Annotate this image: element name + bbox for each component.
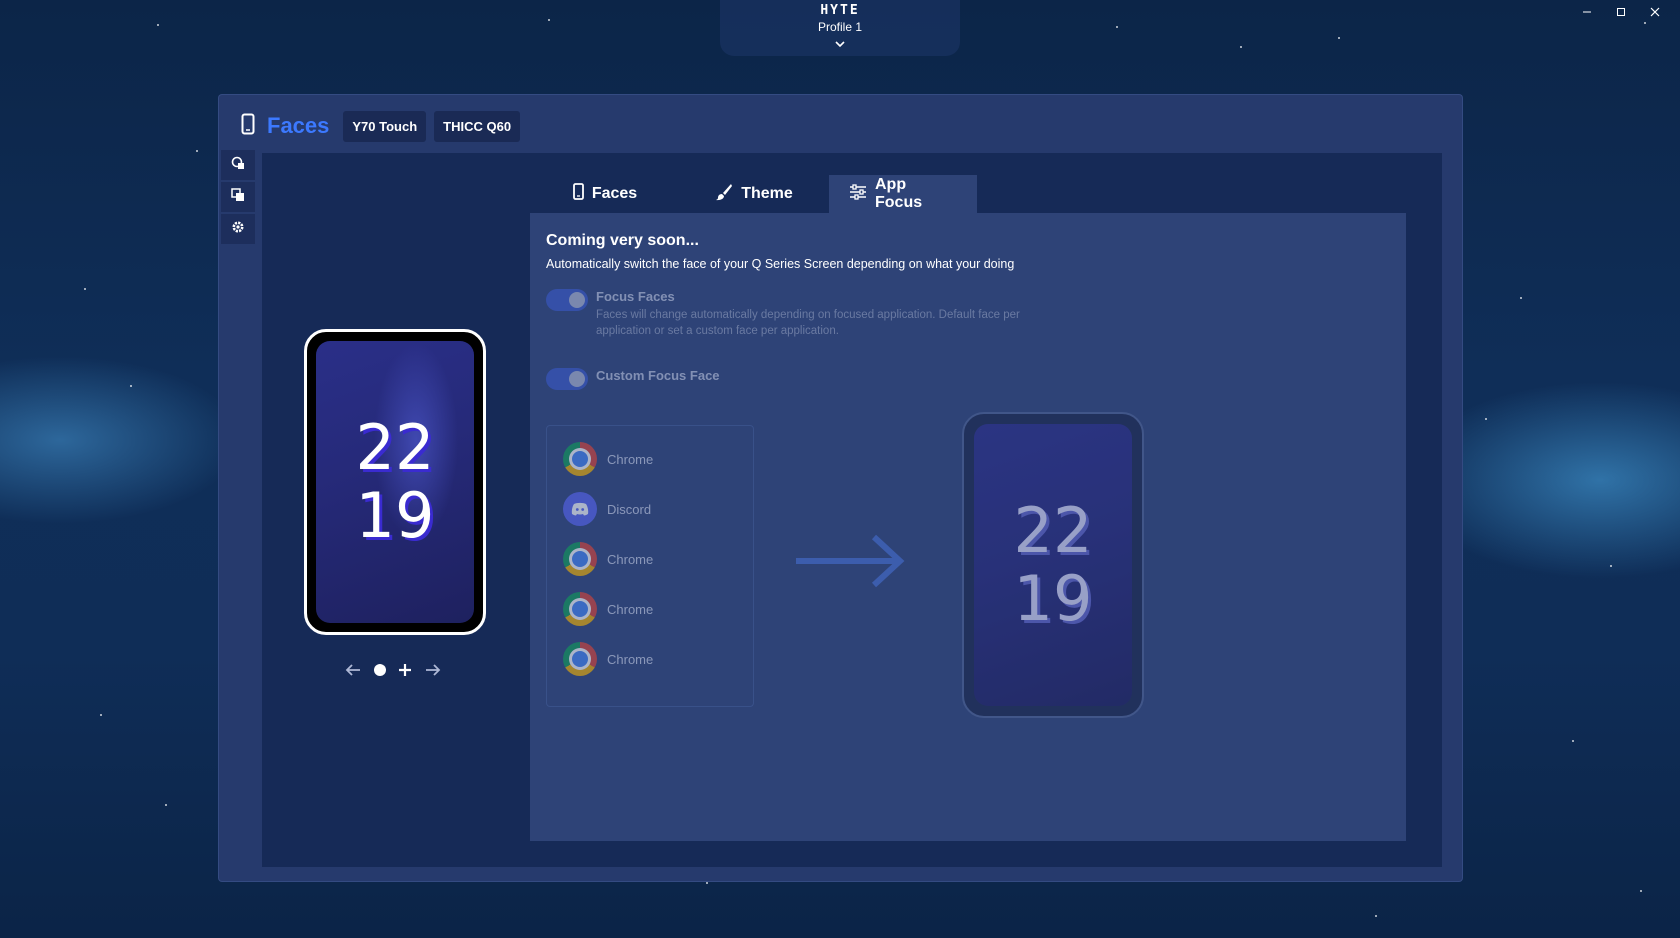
sidebar-layers-button[interactable] [221,182,255,212]
list-item[interactable]: Chrome [563,442,653,476]
custom-focus-face-label: Custom Focus Face [596,368,720,383]
page-title: Faces [267,113,330,138]
list-item[interactable]: Chrome [563,592,653,626]
chrome-icon [563,442,597,476]
profile-name: Profile 1 [817,20,863,34]
profile-selector[interactable]: HYTE Profile 1 [720,0,960,56]
preview-clock-hour: 22 [355,411,435,484]
gear-icon [231,220,245,239]
phone-icon [572,183,584,205]
chevron-down-icon[interactable] [834,35,846,53]
list-item[interactable]: Discord [563,492,651,526]
tab-theme[interactable]: Theme [679,175,829,213]
content-area: 22 19 Faces Theme App Focus Coming very … [262,153,1442,867]
sidebar-settings-button[interactable] [221,214,255,244]
panel-title: Coming very soon... [546,232,699,249]
preview-clock-minute: 19 [355,479,435,552]
app-name: Chrome [607,651,654,667]
faces-icon [231,156,245,175]
list-item[interactable]: Chrome [563,642,653,676]
device-button-y70-touch[interactable]: Y70 Touch [343,110,427,142]
arrow-left-icon[interactable] [344,663,362,677]
app-window: Faces Y70 Touch THICC Q60 22 19 Faces Th… [218,94,1463,882]
brush-icon [715,183,733,206]
tab-label: Theme [741,185,793,202]
face-pager [344,663,442,677]
list-item[interactable]: Chrome [563,542,653,576]
panel-subtitle: Automatically switch the face of your Q … [546,257,1015,271]
app-focus-panel: Coming very soon... Automatically switch… [530,213,1406,841]
discord-icon [563,492,597,526]
face-preview-device[interactable]: 22 19 [304,329,486,635]
chrome-icon [563,642,597,676]
tab-bar: Faces Theme App Focus [531,175,977,213]
window-controls [1570,4,1672,20]
tab-label: App Focus [875,176,923,211]
brand-logo: HYTE [820,3,860,18]
maximize-button[interactable] [1604,4,1638,20]
layers-icon [231,187,245,207]
sidebar-faces-button[interactable] [221,150,255,180]
focus-faces-label: Focus Faces [596,289,675,304]
tab-app-focus[interactable]: App Focus [829,175,977,213]
focus-face-device[interactable]: 22 19 [962,412,1144,718]
custom-focus-face-toggle[interactable] [546,368,588,390]
phone-icon [241,113,255,140]
arrow-right-icon[interactable] [424,663,442,677]
custom-focus-face-setting: Custom Focus Face [546,368,720,390]
minimize-button[interactable] [1570,4,1604,20]
focus-face-screen: 22 19 [974,424,1132,706]
sliders-icon [849,183,867,205]
sidebar-rail [221,150,257,246]
focus-faces-toggle[interactable] [546,289,588,311]
focus-clock-minute: 19 [1013,562,1093,635]
focus-faces-description: Faces will change automatically dependin… [596,309,1020,337]
focus-faces-setting: Focus Faces Faces will change automatica… [546,289,1056,339]
arrow-right-icon [794,533,906,594]
app-name: Chrome [607,601,654,617]
app-list: Chrome Discord Chrome Chrome Chrome [546,425,754,707]
close-button[interactable] [1638,4,1672,20]
device-button-thicc-q60[interactable]: THICC Q60 [434,110,521,142]
app-name: Chrome [607,451,654,467]
app-name: Discord [607,501,652,517]
app-name: Chrome [607,551,654,567]
header: Faces Y70 Touch THICC Q60 [241,109,521,143]
page-dot[interactable] [374,664,386,676]
face-preview-screen: 22 19 [316,341,474,623]
chrome-icon [563,592,597,626]
plus-icon[interactable] [398,663,412,677]
focus-clock-hour: 22 [1013,494,1093,567]
tab-label: Faces [591,185,638,202]
chrome-icon [563,542,597,576]
tab-faces[interactable]: Faces [531,175,679,213]
